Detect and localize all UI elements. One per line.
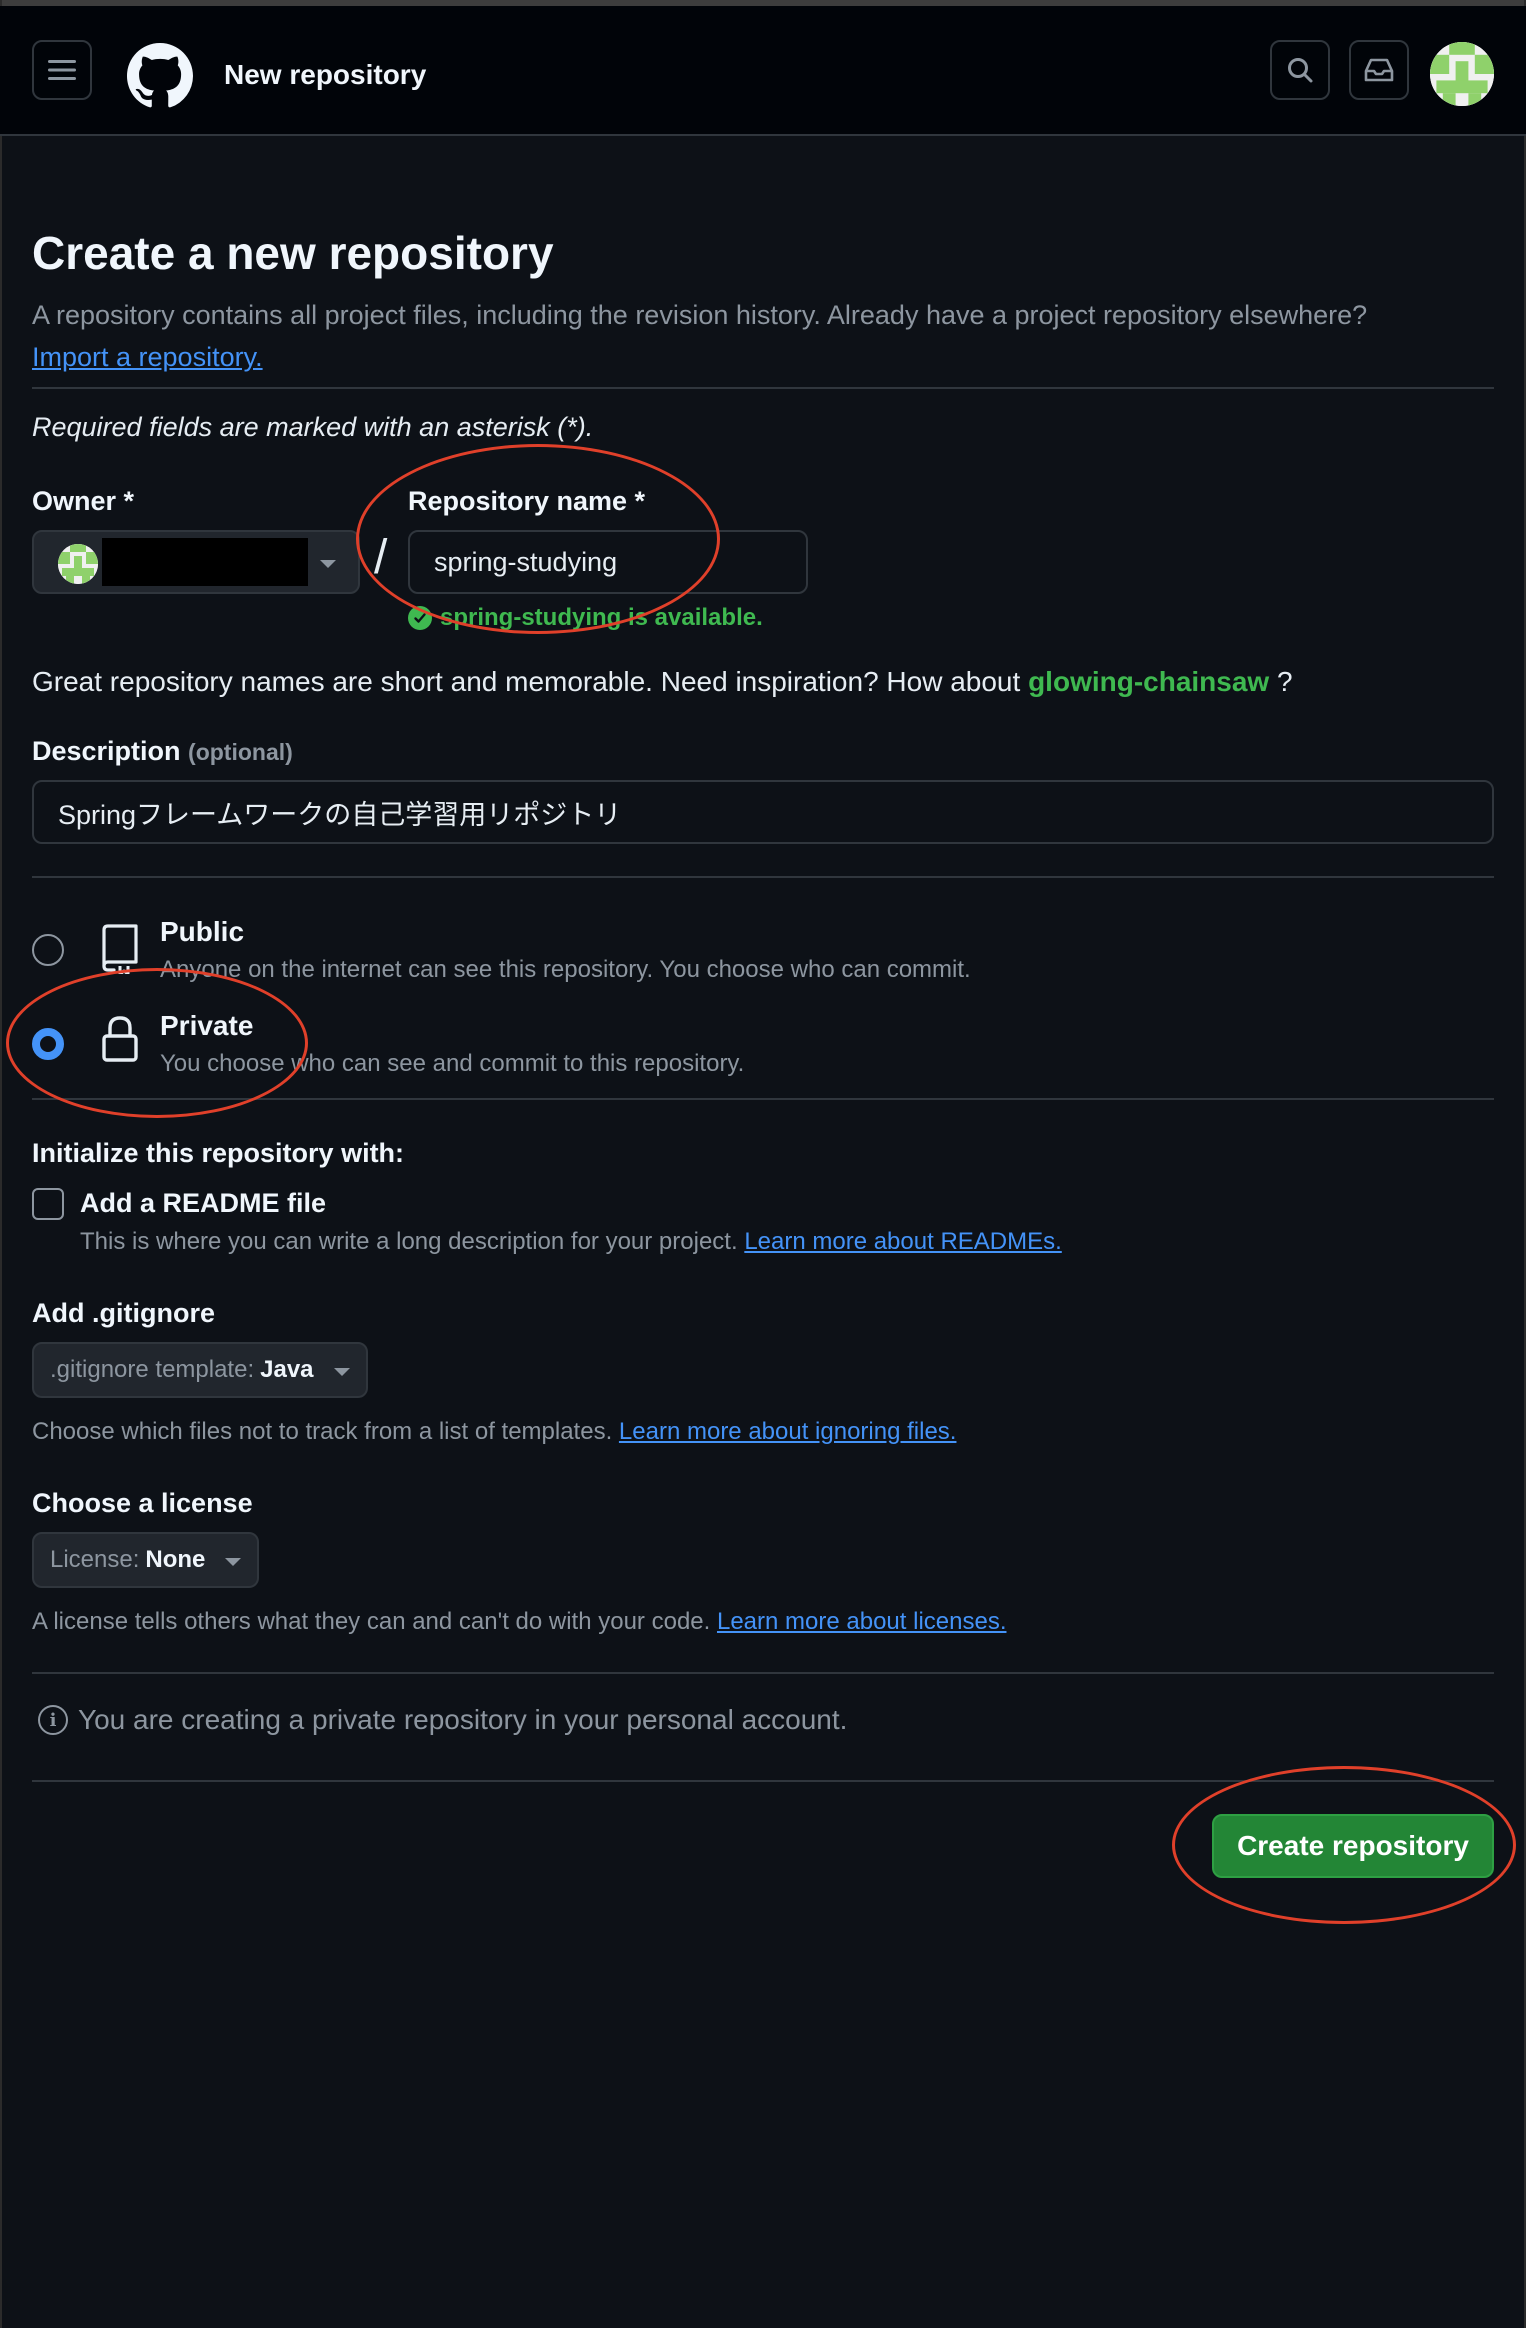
- readme-description-text: This is where you can write a long descr…: [80, 1228, 738, 1255]
- learn-more-ignoring-files-link[interactable]: Learn more about ignoring files.: [619, 1418, 957, 1445]
- divider: [32, 1672, 1494, 1674]
- public-option-description: Anyone on the internet can see this repo…: [160, 956, 971, 983]
- gitignore-description: Choose which files not to track from a l…: [32, 1418, 956, 1446]
- divider: [32, 387, 1494, 389]
- learn-more-readmes-link[interactable]: Learn more about READMEs.: [744, 1228, 1061, 1255]
- page-title: Create a new repository: [32, 227, 554, 279]
- gitignore-description-text: Choose which files not to track from a l…: [32, 1418, 613, 1445]
- user-avatar[interactable]: [1430, 42, 1494, 106]
- inbox-icon: [1364, 58, 1394, 82]
- license-prefix: License:: [50, 1546, 140, 1573]
- private-radio[interactable]: [32, 1028, 64, 1060]
- gitignore-template-dropdown[interactable]: .gitignore template: Java: [32, 1342, 368, 1398]
- redacted-owner-name: [102, 538, 308, 586]
- identicon-avatar-icon: [58, 544, 98, 584]
- chevron-down-icon: [333, 1368, 350, 1376]
- check-circle-icon: [408, 606, 432, 630]
- private-option-description: You choose who can see and commit to thi…: [160, 1050, 745, 1077]
- required-fields-note: Required fields are marked with an aster…: [32, 412, 594, 442]
- gitignore-value: Java: [260, 1356, 314, 1383]
- availability-text: spring-studying is available.: [440, 604, 763, 631]
- optional-hint: (optional): [188, 739, 293, 765]
- name-inspiration: Great repository names are short and mem…: [32, 666, 1293, 698]
- availability-status: spring-studying is available.: [408, 604, 763, 632]
- inspiration-suffix: ?: [1277, 666, 1293, 697]
- license-description: A license tells others what they can and…: [32, 1608, 1006, 1636]
- window-left-edge: [0, 0, 2, 2328]
- inspiration-text: Great repository names are short and mem…: [32, 666, 1021, 697]
- identicon-avatar-icon: [1430, 42, 1494, 106]
- owner-repo-separator: /: [374, 531, 388, 584]
- license-description-text: A license tells others what they can and…: [32, 1608, 711, 1635]
- readme-description: This is where you can write a long descr…: [80, 1228, 1062, 1256]
- learn-more-licenses-link[interactable]: Learn more about licenses.: [717, 1608, 1007, 1635]
- search-icon: [1288, 58, 1313, 83]
- create-repository-button[interactable]: Create repository: [1212, 1814, 1494, 1878]
- public-radio[interactable]: [32, 934, 64, 966]
- suggested-name-link[interactable]: glowing-chainsaw: [1028, 666, 1269, 697]
- menu-button[interactable]: [32, 40, 92, 100]
- info-icon: i: [38, 1705, 68, 1735]
- divider: [32, 876, 1494, 878]
- chevron-down-icon: [320, 560, 336, 568]
- gitignore-label: Add .gitignore: [32, 1298, 215, 1328]
- info-note-text: You are creating a private repository in…: [78, 1704, 848, 1735]
- page-subtitle: A repository contains all project files,…: [32, 294, 1512, 378]
- divider: [32, 1098, 1494, 1100]
- repo-book-icon: [102, 924, 138, 974]
- add-readme-checkbox[interactable]: [32, 1188, 64, 1220]
- hamburger-icon: [48, 60, 76, 80]
- inbox-button[interactable]: [1349, 40, 1409, 100]
- top-header: New repository: [0, 6, 1526, 136]
- initialize-heading: Initialize this repository with:: [32, 1138, 405, 1168]
- public-option-title[interactable]: Public: [160, 916, 244, 948]
- owner-select[interactable]: [32, 530, 360, 594]
- owner-label: Owner *: [32, 486, 135, 516]
- chevron-down-icon: [225, 1558, 242, 1566]
- import-repository-link[interactable]: Import a repository.: [32, 342, 263, 372]
- subtitle-text: A repository contains all project files,…: [32, 300, 1368, 330]
- search-button[interactable]: [1270, 40, 1330, 100]
- lock-icon: [102, 1016, 138, 1062]
- repository-name-input[interactable]: [408, 530, 808, 594]
- private-info-note: i You are creating a private repository …: [38, 1704, 847, 1736]
- private-option-title[interactable]: Private: [160, 1010, 253, 1042]
- description-input[interactable]: [32, 780, 1494, 844]
- add-readme-label[interactable]: Add a README file: [80, 1188, 326, 1219]
- github-logo-icon[interactable]: [127, 43, 193, 109]
- gitignore-prefix: .gitignore template:: [50, 1356, 255, 1383]
- license-dropdown[interactable]: License: None: [32, 1532, 260, 1588]
- description-label-text: Description: [32, 736, 181, 766]
- repository-name-label: Repository name *: [408, 486, 646, 516]
- license-value: None: [145, 1546, 206, 1573]
- header-title: New repository: [224, 59, 427, 90]
- divider: [32, 1780, 1494, 1782]
- license-label: Choose a license: [32, 1488, 253, 1518]
- description-label: Description (optional): [32, 736, 293, 767]
- owner-avatar: [58, 544, 98, 584]
